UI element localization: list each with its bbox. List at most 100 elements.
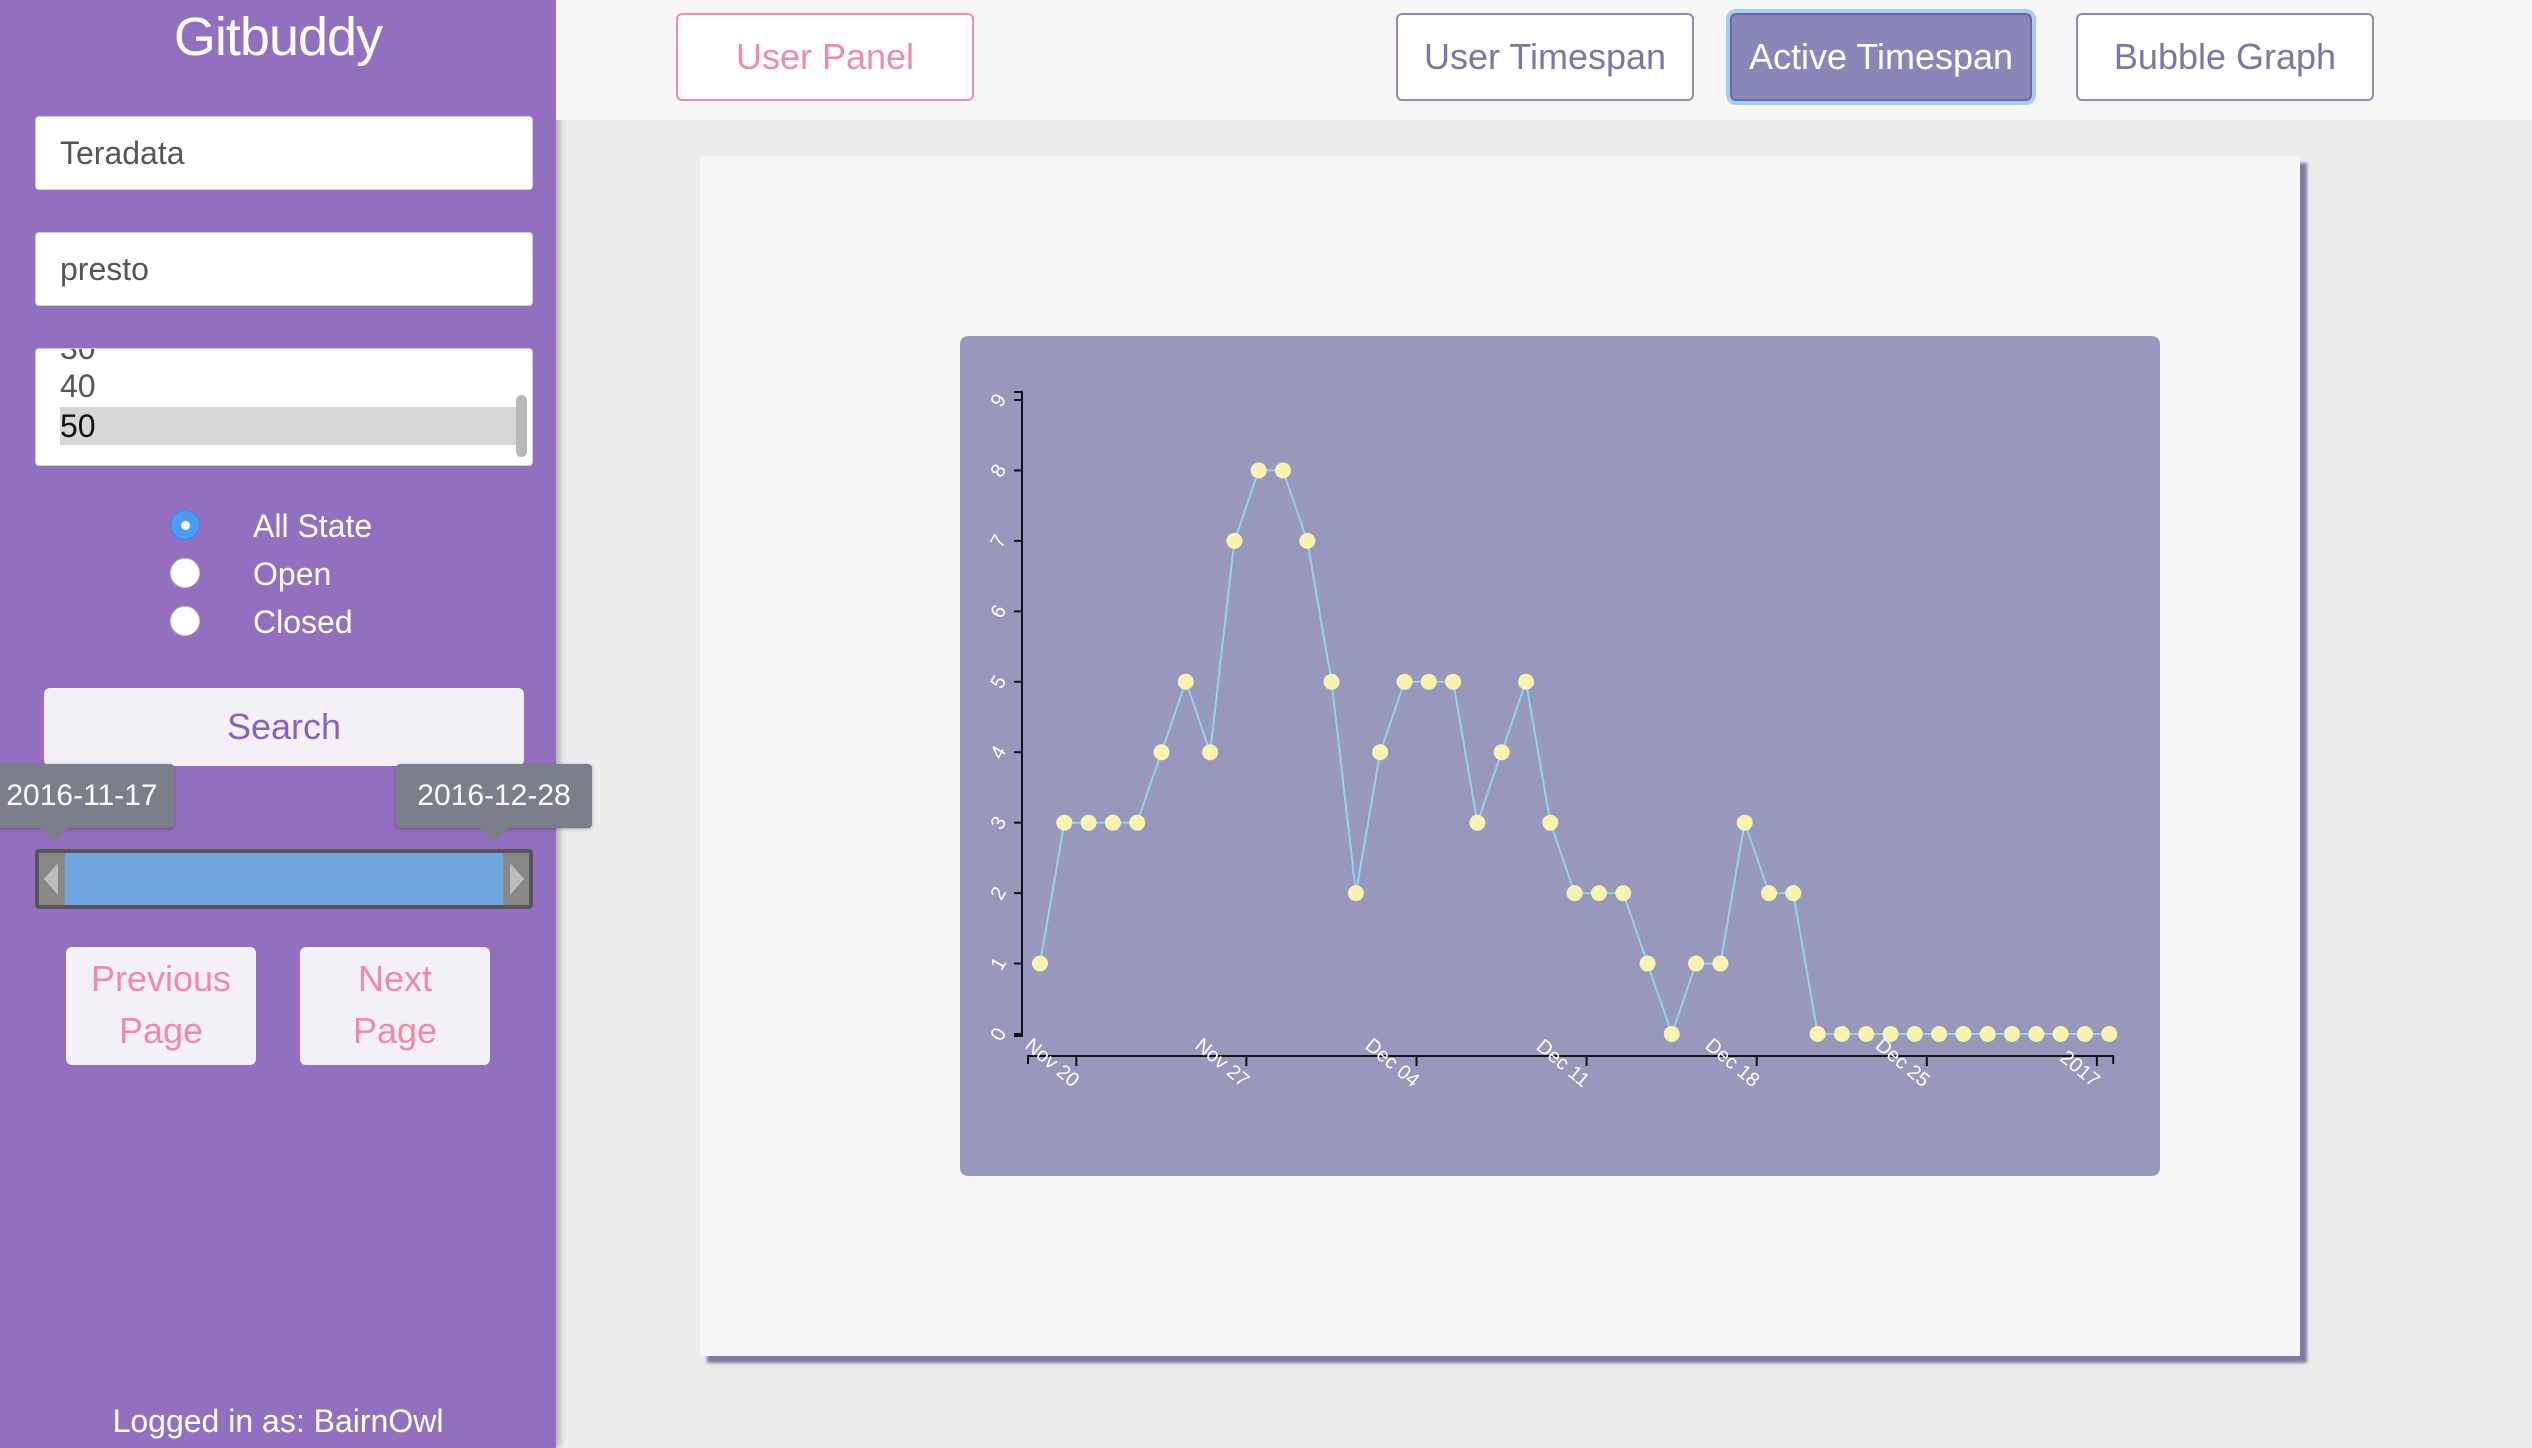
x-tick-label: Nov 20 bbox=[1021, 1034, 1084, 1092]
sidebar: Gitbuddy 30 40 50 All State Open Closed … bbox=[0, 0, 592, 1448]
data-point bbox=[1542, 814, 1559, 831]
previous-label-line2: Page bbox=[118, 1010, 204, 1051]
data-point bbox=[1615, 885, 1632, 902]
data-point bbox=[1420, 673, 1437, 690]
data-point bbox=[1809, 1026, 1826, 1042]
x-tick-label: Dec 18 bbox=[1701, 1034, 1764, 1092]
user-timespan-button[interactable]: User Timespan bbox=[1396, 13, 1694, 101]
data-point bbox=[1226, 532, 1243, 549]
y-tick-label: 5 bbox=[987, 672, 1012, 693]
range-handle-right[interactable] bbox=[503, 853, 529, 905]
x-tick-label: Dec 25 bbox=[1871, 1034, 1934, 1092]
data-point bbox=[1056, 814, 1073, 831]
org-input[interactable] bbox=[35, 116, 533, 190]
data-point bbox=[1347, 885, 1364, 902]
range-end-tooltip: 2016-12-28 bbox=[396, 764, 592, 842]
range-selection-fill bbox=[65, 853, 503, 905]
radio-button[interactable] bbox=[170, 606, 200, 636]
range-start-tooltip: 2016-11-17 bbox=[0, 764, 174, 842]
data-point bbox=[2004, 1026, 2020, 1042]
data-point bbox=[1761, 885, 1777, 902]
count-listbox[interactable]: 30 40 50 bbox=[35, 348, 533, 466]
y-axis-line bbox=[1014, 391, 1023, 1037]
next-label-line1: Next bbox=[357, 958, 433, 999]
previous-label-line1: Previous bbox=[90, 958, 232, 999]
active-timespan-chart: 0 1 2 3 4 5 6 7 8 9 Nov 20 Nov 27 Dec 04 Dec 11 Dec 18… bbox=[987, 390, 2118, 1092]
next-label-line2: Page bbox=[352, 1010, 438, 1051]
x-tick-label: Dec 11 bbox=[1532, 1035, 1594, 1092]
data-point bbox=[1736, 814, 1753, 831]
radio-button-checked[interactable] bbox=[170, 510, 200, 540]
data-point bbox=[1931, 1026, 1948, 1042]
data-point bbox=[1688, 955, 1705, 972]
data-point bbox=[1177, 673, 1194, 690]
data-point bbox=[1882, 1026, 1899, 1042]
data-point bbox=[1833, 1026, 1850, 1042]
chart-card: 0 1 2 3 4 5 6 7 8 9 Nov 20 Nov 27 Dec 04 Dec 11 Dec 18… bbox=[700, 156, 2300, 1356]
y-tick-label: 9 bbox=[987, 390, 1012, 411]
data-point bbox=[1590, 885, 1607, 902]
range-handle-left[interactable] bbox=[39, 853, 65, 905]
chart-panel: 0 1 2 3 4 5 6 7 8 9 Nov 20 Nov 27 Dec 04 Dec 11 Dec 18… bbox=[960, 336, 2160, 1176]
data-point bbox=[1469, 814, 1486, 831]
data-point bbox=[1858, 1026, 1875, 1042]
data-point bbox=[1250, 462, 1267, 479]
data-point bbox=[2076, 1026, 2093, 1042]
data-point bbox=[1566, 885, 1583, 902]
radio-label: Closed bbox=[253, 604, 353, 640]
y-tick-label: 7 bbox=[987, 531, 1012, 552]
y-tick-label: 1 bbox=[987, 954, 1012, 975]
list-option[interactable]: 40 bbox=[60, 367, 520, 405]
series-line bbox=[1039, 469, 2110, 1038]
data-point bbox=[1372, 744, 1389, 761]
radio-button[interactable] bbox=[170, 558, 200, 588]
search-button[interactable]: Search bbox=[44, 688, 524, 766]
next-page-button[interactable]: Next Page bbox=[300, 947, 490, 1065]
x-tick-label: 2017 bbox=[2056, 1046, 2104, 1091]
data-point bbox=[2052, 1026, 2069, 1042]
data-point bbox=[1129, 814, 1146, 831]
data-point bbox=[1104, 814, 1121, 831]
y-tick-label: 0 bbox=[987, 1024, 1012, 1045]
y-tick-label: 6 bbox=[987, 602, 1012, 623]
radio-label: All State bbox=[253, 508, 373, 544]
data-point bbox=[1445, 673, 1462, 690]
list-option-selected[interactable]: 50 bbox=[60, 407, 520, 445]
x-tick-label: Nov 27 bbox=[1191, 1034, 1254, 1092]
triangle-left-icon bbox=[44, 863, 58, 895]
data-point bbox=[1080, 814, 1097, 831]
list-option[interactable]: 30 bbox=[60, 349, 520, 367]
data-point bbox=[1906, 1026, 1923, 1042]
y-tick-label: 4 bbox=[987, 742, 1012, 763]
data-point bbox=[1299, 532, 1316, 549]
data-point bbox=[1032, 955, 1048, 972]
data-point bbox=[1979, 1026, 1996, 1042]
data-point bbox=[1955, 1026, 1972, 1042]
data-point bbox=[1323, 673, 1340, 690]
data-point bbox=[1785, 885, 1802, 902]
data-point bbox=[1275, 462, 1291, 479]
bubble-graph-button[interactable]: Bubble Graph bbox=[2076, 13, 2374, 101]
previous-page-button[interactable]: Previous Page bbox=[66, 947, 256, 1065]
y-tick-label: 2 bbox=[987, 883, 1012, 904]
repo-input[interactable] bbox=[35, 232, 533, 306]
active-timespan-button[interactable]: Active Timespan bbox=[1730, 13, 2032, 101]
data-point bbox=[1663, 1026, 1680, 1042]
logged-in-status: Logged in as: BairnOwl bbox=[112, 1403, 444, 1439]
listbox-scrollbar[interactable] bbox=[516, 395, 527, 457]
radio-label: Open bbox=[253, 556, 332, 592]
data-point bbox=[1518, 673, 1534, 690]
date-range-slider[interactable] bbox=[35, 849, 533, 909]
app-title: Gitbuddy bbox=[173, 7, 383, 67]
y-tick-label: 8 bbox=[987, 461, 1012, 482]
data-point bbox=[1202, 744, 1219, 761]
data-point bbox=[1396, 673, 1413, 690]
data-point bbox=[2101, 1026, 2118, 1042]
user-panel-button[interactable]: User Panel bbox=[676, 13, 974, 101]
x-tick-label: Dec 04 bbox=[1361, 1034, 1424, 1092]
data-point bbox=[1712, 955, 1729, 972]
data-point bbox=[2028, 1026, 2045, 1042]
triangle-right-icon bbox=[510, 863, 524, 895]
top-nav: User Panel User Timespan Active Timespan… bbox=[556, 0, 2532, 120]
data-point bbox=[1153, 744, 1170, 761]
